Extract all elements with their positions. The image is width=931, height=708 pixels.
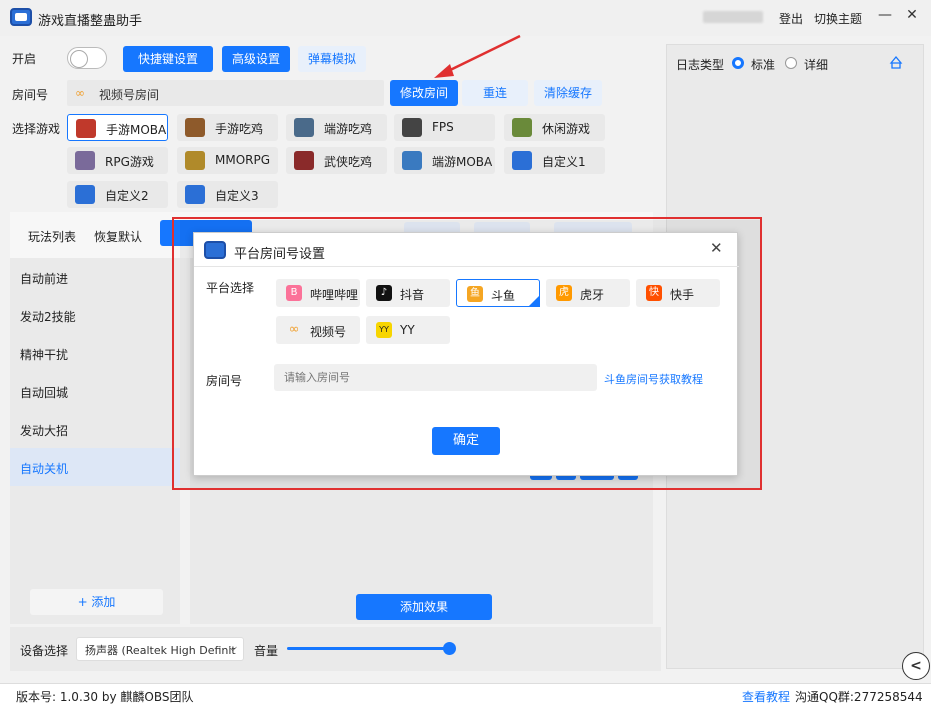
game-label: 自定义1: [542, 155, 586, 169]
enable-toggle[interactable]: [67, 47, 107, 69]
annotation-arrow: [434, 34, 521, 78]
game-icon: [185, 151, 205, 170]
game-option[interactable]: 自定义2: [67, 181, 168, 208]
game-label: 端游吃鸡: [324, 122, 373, 136]
clear-log-icon[interactable]: [889, 55, 903, 69]
game-icon: [76, 119, 96, 138]
game-label: FPS: [432, 120, 454, 134]
sidebar-item-label: 发动2技能: [20, 310, 76, 324]
tutorial-link[interactable]: 查看教程: [742, 688, 790, 705]
game-icon: [75, 185, 95, 204]
sidebar-item[interactable]: 自动前进: [10, 258, 180, 296]
log-standard-radio[interactable]: [732, 57, 744, 69]
logout-link[interactable]: 登出: [779, 10, 803, 27]
sidebar-item[interactable]: 发动2技能: [10, 296, 180, 334]
game-option[interactable]: 休闲游戏: [504, 114, 605, 141]
game-label: RPG游戏: [105, 155, 154, 169]
restore-default-button[interactable]: 恢复默认: [94, 228, 142, 245]
sidebar-item-label: 发动大招: [20, 424, 69, 438]
game-option[interactable]: 端游吃鸡: [286, 114, 387, 141]
app-logo-icon: [10, 8, 32, 26]
game-label: 手游吃鸡: [215, 122, 264, 136]
game-label: 端游MOBA: [432, 155, 493, 169]
game-option[interactable]: 手游MOBA: [67, 114, 168, 141]
user-name: [703, 11, 763, 23]
volume-slider-track[interactable]: [287, 647, 450, 650]
log-detail-radio[interactable]: [785, 57, 797, 69]
sidebar-item[interactable]: 发动大招: [10, 410, 180, 448]
game-icon: [294, 151, 314, 170]
modify-room-button[interactable]: 修改房间: [390, 80, 458, 106]
room-value: 视频号房间: [99, 88, 160, 102]
collapse-panel-button[interactable]: <: [902, 652, 930, 680]
game-label: 武侠吃鸡: [324, 155, 373, 169]
sidebar-item-label: 精神干扰: [20, 348, 69, 362]
add-play-button[interactable]: + 添加: [30, 589, 163, 615]
sidebar-item-label: 自动前进: [20, 272, 69, 286]
version-text: 版本号: 1.0.30 by 麒麟OBS团队: [16, 690, 194, 704]
add-effect-button[interactable]: 添加效果: [356, 594, 492, 620]
device-label: 设备选择: [20, 644, 69, 658]
game-icon: [185, 185, 205, 204]
game-icon: [512, 118, 532, 137]
clear-cache-button[interactable]: 清除缓存: [534, 80, 602, 106]
game-label: 休闲游戏: [542, 122, 591, 136]
game-option[interactable]: 武侠吃鸡: [286, 147, 387, 174]
sidebar-item-label: 自动回城: [20, 386, 69, 400]
log-type-label: 日志类型: [676, 58, 725, 72]
game-icon: [402, 151, 422, 170]
device-value: 扬声器 (Realtek High Definit: [85, 644, 236, 657]
game-label: 手游MOBA: [106, 123, 167, 137]
volume-label: 音量: [254, 644, 279, 658]
game-label: 自定义3: [215, 189, 259, 203]
game-option[interactable]: 自定义3: [177, 181, 278, 208]
game-icon: [75, 151, 95, 170]
select-game-label: 选择游戏: [12, 122, 61, 136]
enable-label: 开启: [12, 52, 37, 66]
danmaku-simulate-button[interactable]: 弹幕模拟: [298, 46, 366, 72]
reconnect-button[interactable]: 重连: [462, 80, 528, 106]
game-option[interactable]: 自定义1: [504, 147, 605, 174]
tab-play-list[interactable]: 玩法列表: [28, 228, 76, 245]
game-option[interactable]: MMORPG: [177, 147, 278, 174]
sidebar-item[interactable]: 精神干扰: [10, 334, 180, 372]
sidebar-item[interactable]: 自动回城: [10, 372, 180, 410]
game-option[interactable]: FPS: [394, 114, 495, 141]
qq-group-text: 沟通QQ群:277258544: [795, 690, 923, 704]
log-standard-label: 标准: [751, 58, 776, 72]
game-icon: [294, 118, 314, 137]
log-detail-label: 详细: [804, 58, 829, 72]
hotkey-settings-button[interactable]: 快捷键设置: [123, 46, 213, 72]
game-label: 自定义2: [105, 189, 149, 203]
minimize-button[interactable]: —: [875, 7, 895, 23]
volume-slider-handle[interactable]: [443, 642, 456, 655]
game-icon: [512, 151, 532, 170]
game-icon: [185, 118, 205, 137]
room-field[interactable]: ∞ 视频号房间: [67, 80, 384, 106]
close-window-button[interactable]: ✕: [902, 7, 922, 23]
sidebar-item[interactable]: 自动关机: [10, 448, 180, 486]
advanced-settings-button[interactable]: 高级设置: [222, 46, 290, 72]
app-title: 游戏直播整蛊助手: [38, 14, 143, 29]
game-option[interactable]: 端游MOBA: [394, 147, 495, 174]
sidebar-item-label: 自动关机: [20, 462, 69, 476]
annotation-highlight-box: [172, 217, 762, 490]
room-label: 房间号: [12, 88, 49, 102]
game-icon: [402, 118, 422, 137]
chevron-down-icon: ⌵: [228, 641, 237, 654]
game-option[interactable]: RPG游戏: [67, 147, 168, 174]
channels-logo-icon: ∞: [75, 86, 85, 100]
game-label: MMORPG: [215, 153, 271, 167]
device-select[interactable]: 扬声器 (Realtek High Definit ⌵: [76, 637, 244, 661]
game-option[interactable]: 手游吃鸡: [177, 114, 278, 141]
switch-theme-link[interactable]: 切换主题: [814, 10, 862, 27]
